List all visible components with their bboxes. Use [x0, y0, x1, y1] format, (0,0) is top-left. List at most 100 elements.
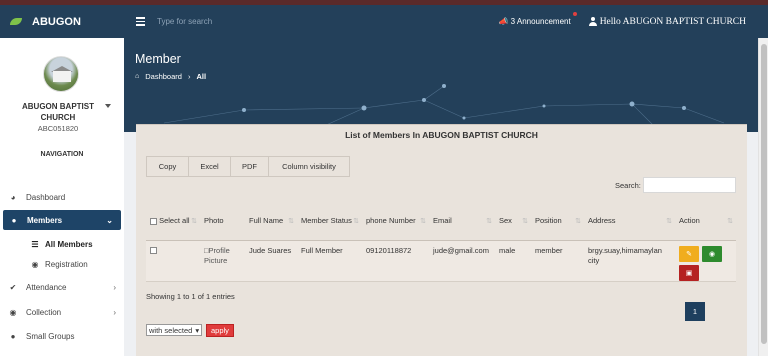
chevron-down-icon: ▾	[195, 325, 200, 335]
sort-icon: ⇅	[575, 218, 581, 225]
profile-picture: □Profile Picture	[204, 246, 230, 265]
view-button[interactable]: ◉	[702, 245, 722, 262]
sidebar-item-label: Dashboard	[26, 192, 66, 202]
table-search-input[interactable]	[643, 177, 736, 193]
pagination-page-1[interactable]: 1	[685, 302, 705, 321]
sidebar-item-label: Collection	[26, 307, 62, 317]
select-all-checkbox[interactable]	[150, 217, 157, 225]
user-menu[interactable]: Hello ABUGON BAPTIST CHURCH	[588, 17, 746, 27]
megaphone-icon: 📣	[498, 17, 509, 26]
sort-icon: ⇅	[666, 218, 672, 225]
sidebar-item-members[interactable]: ● Members ⌄	[3, 210, 121, 230]
bulk-action-select[interactable]: with selected ▾	[146, 324, 203, 336]
sort-icon: ⇅	[353, 218, 359, 225]
check-icon: ✔	[9, 282, 17, 292]
table-info: Showing 1 to 1 of 1 entries	[146, 292, 235, 301]
sort-icon: ⇅	[420, 218, 426, 225]
col-email[interactable]: Email ⇅	[429, 202, 495, 241]
col-select-all[interactable]: Select all ⇅	[146, 202, 200, 241]
church-name[interactable]: ABUGON BAPTIST CHURCH	[8, 101, 108, 123]
column-label: Sex	[499, 216, 512, 226]
col-member-status[interactable]: Member Status ⇅	[297, 202, 362, 241]
circle-dot-icon: ◉	[31, 259, 39, 269]
sort-icon: ⇅	[727, 218, 733, 225]
brand[interactable]: ABUGON	[0, 5, 124, 38]
tachometer-icon: ◕	[10, 192, 16, 202]
coins-icon: ◉	[9, 307, 17, 317]
phone-cell: 09120118872	[362, 240, 429, 282]
members-card: List of Members In ABUGON BAPTIST CHURCH…	[136, 124, 747, 356]
announcement-link[interactable]: 📣 3 Announcement	[498, 12, 577, 26]
row-checkbox[interactable]	[150, 247, 157, 255]
users-icon: ●	[11, 215, 17, 225]
column-label: Email	[433, 216, 452, 226]
column-label: Select all	[159, 216, 190, 226]
excel-button[interactable]: Excel	[188, 156, 231, 177]
edit-icon: ✎	[686, 250, 692, 258]
sex-cell: male	[495, 240, 531, 282]
leaf-logo-icon	[10, 18, 22, 25]
chevron-down-icon: ⌄	[106, 215, 113, 225]
sidebar-subitem-all-members[interactable]: ☰ All Members	[0, 235, 124, 253]
top-navbar: 📣 3 Announcement Hello ABUGON BAPTIST CH…	[124, 5, 768, 38]
col-full-name[interactable]: Full Name ⇅	[245, 202, 297, 241]
pdf-button[interactable]: PDF	[230, 156, 269, 177]
sidebar: ABUGON BAPTIST CHURCH ABC051820 NAVIGATI…	[0, 38, 124, 356]
copy-button[interactable]: Copy	[146, 156, 189, 177]
sort-icon: ⇅	[191, 218, 197, 225]
sidebar-item-dashboard[interactable]: ◕ Dashboard	[0, 187, 124, 207]
sidebar-item-attendance[interactable]: ✔ Attendance ›	[0, 277, 124, 297]
column-label: phone Number	[366, 216, 416, 226]
column-label: Full Name	[249, 216, 284, 226]
column-label: Photo	[204, 216, 224, 226]
col-photo: Photo	[200, 202, 245, 241]
row-select-cell	[146, 240, 200, 282]
avatar	[43, 56, 79, 92]
column-label: Address	[588, 216, 616, 226]
dropdown-caret-icon[interactable]	[105, 104, 111, 108]
eye-icon: ◉	[708, 250, 716, 258]
table-search-label: Search:	[615, 181, 641, 190]
apply-button[interactable]: apply	[206, 324, 234, 337]
col-phone-number[interactable]: phone Number ⇅	[362, 202, 429, 241]
column-label: Position	[535, 216, 562, 226]
edit-button[interactable]: ✎	[679, 245, 699, 262]
col-action[interactable]: Action ⇅	[675, 202, 736, 241]
position-cell: member	[531, 240, 584, 282]
sidebar-item-label: Members	[27, 215, 63, 225]
delete-button[interactable]: ▣	[679, 264, 699, 281]
bulk-action-value: with selected	[149, 325, 193, 335]
col-position[interactable]: Position ⇅	[531, 202, 584, 241]
col-address[interactable]: Address ⇅	[584, 202, 675, 241]
email-cell: jude@gmail.com	[429, 240, 495, 282]
sidebar-item-collection[interactable]: ◉ Collection ›	[0, 302, 124, 322]
page-title: Member	[135, 52, 181, 66]
sort-icon: ⇅	[486, 218, 492, 225]
sidebar-item-label: Registration	[45, 259, 88, 269]
column-label: Member Status	[301, 216, 352, 226]
notification-dot	[572, 12, 577, 16]
sort-icon: ⇅	[522, 218, 528, 225]
menu-toggle-icon[interactable]	[136, 17, 145, 26]
nav-heading: NAVIGATION	[40, 151, 84, 158]
sidebar-subitem-registration[interactable]: ◉ Registration	[0, 255, 124, 273]
chevron-right-icon: ›	[113, 307, 116, 317]
col-sex[interactable]: Sex ⇅	[495, 202, 531, 241]
announcement-label: 3 Announcement	[510, 17, 571, 26]
page-scrollbar[interactable]	[758, 38, 768, 356]
column-label: Action	[679, 216, 700, 226]
user-icon	[588, 17, 597, 26]
brand-name: ABUGON	[32, 15, 81, 28]
members-table: Select all ⇅ Photo Full Name ⇅ Member Sta…	[146, 202, 736, 282]
full-name-cell: Jude Suares	[245, 240, 297, 282]
sidebar-item-label: Attendance	[26, 282, 67, 292]
page-header: Member ⌂ Dashboard › All	[124, 38, 758, 132]
column-visibility-button[interactable]: Column visibility	[268, 156, 350, 177]
sidebar-item-label: All Members	[45, 239, 93, 249]
search-input[interactable]	[157, 17, 357, 26]
sidebar-item-small-groups[interactable]: ● Small Groups	[0, 326, 124, 346]
member-status-cell: Full Member	[297, 240, 362, 282]
sidebar-item-label: Small Groups	[26, 331, 75, 341]
list-icon: ☰	[31, 239, 39, 249]
table-row: □Profile Picture Jude Suares Full Member…	[146, 240, 736, 282]
